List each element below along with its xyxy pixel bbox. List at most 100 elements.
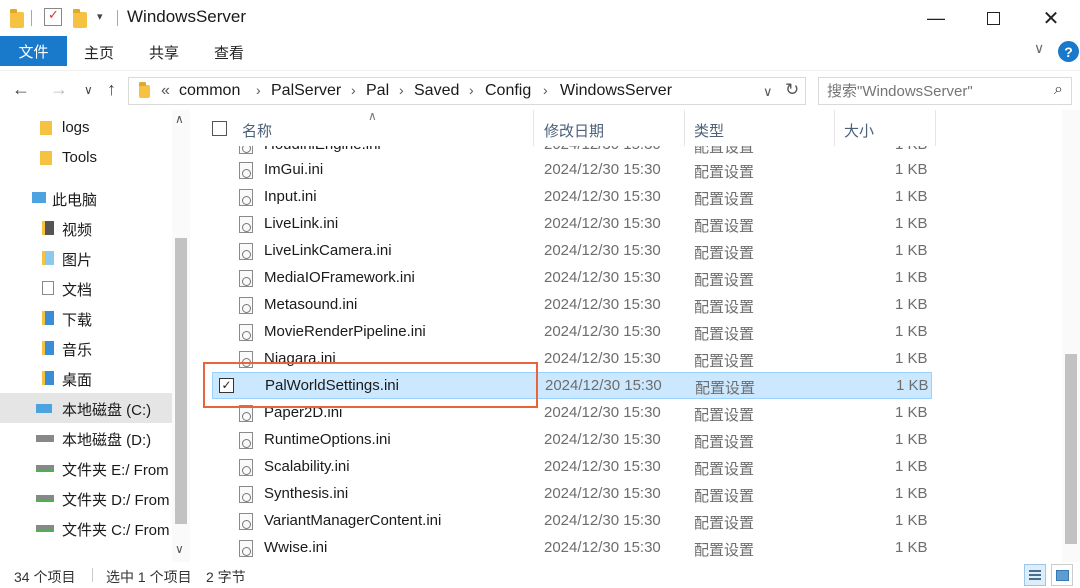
refresh-icon[interactable]: ↻ <box>785 80 799 100</box>
file-type: 配置设置 <box>694 245 755 262</box>
nav-item-drive-d[interactable]: 本地磁盘 (D:) <box>0 423 172 453</box>
breadcrumb-separator-icon[interactable]: › <box>351 82 356 98</box>
nav-item-downloads[interactable]: 下载 <box>0 303 172 333</box>
breadcrumb-windowsserver[interactable]: WindowsServer <box>560 82 672 100</box>
customize-toolbar-icon[interactable]: ▾ <box>97 10 103 23</box>
file-type: 配置设置 <box>694 353 755 370</box>
nav-item-label: 本地磁盘 (C:) <box>62 402 152 419</box>
address-dropdown-icon[interactable]: ∨ <box>763 84 773 100</box>
new-folder-icon[interactable] <box>73 9 87 28</box>
help-icon[interactable]: ? <box>1058 41 1079 62</box>
folder-icon <box>10 9 24 28</box>
divider <box>92 568 93 582</box>
scroll-down-icon[interactable]: ∨ <box>175 542 184 556</box>
column-header-size[interactable]: 大小 <box>844 120 874 141</box>
nav-item-folder-c[interactable]: 文件夹 C:/ From <box>0 513 172 543</box>
search-input[interactable] <box>827 81 1047 101</box>
file-row[interactable]: Input.ini 2024/12/30 15:30 配置设置 1 KB <box>212 184 932 211</box>
file-date: 2024/12/30 15:30 <box>544 161 661 178</box>
breadcrumb-pal[interactable]: Pal <box>366 82 389 100</box>
file-name: Scalability.ini <box>264 458 350 475</box>
nav-item-tools[interactable]: Tools <box>0 143 172 173</box>
minimize-button[interactable]: — <box>905 0 967 36</box>
file-size: 1 KB <box>895 242 928 259</box>
file-row[interactable]: MediaIOFramework.ini 2024/12/30 15:30 配置… <box>212 265 932 292</box>
breadcrumb-separator-icon[interactable]: › <box>543 82 548 98</box>
large-icons-view-icon[interactable] <box>1051 564 1073 586</box>
breadcrumb-saved[interactable]: Saved <box>414 82 459 100</box>
column-divider[interactable] <box>834 110 835 146</box>
file-name: RuntimeOptions.ini <box>264 431 391 448</box>
selection-size: 2 字节 <box>206 569 246 585</box>
file-size: 1 KB <box>896 377 929 394</box>
file-list: ∧ 名称 修改日期 类型 大小 HoudiniEngine.ini 2024/1… <box>190 110 1062 562</box>
file-type: 配置设置 <box>694 326 755 343</box>
tab-share[interactable]: 共享 <box>149 42 179 63</box>
select-all-checkbox[interactable] <box>212 121 227 136</box>
nav-item-desktop[interactable]: 桌面 <box>0 363 172 393</box>
back-arrow-icon[interactable]: ← <box>12 79 30 100</box>
column-header-type[interactable]: 类型 <box>694 120 724 141</box>
chevron-down-icon[interactable]: ∨ <box>1034 40 1044 57</box>
file-name: LiveLink.ini <box>264 215 339 232</box>
nav-item-documents[interactable]: 文档 <box>0 273 172 303</box>
column-divider[interactable] <box>684 110 685 146</box>
nav-item-label: 文档 <box>62 282 93 299</box>
file-row[interactable]: LiveLink.ini 2024/12/30 15:30 配置设置 1 KB <box>212 211 932 238</box>
breadcrumb-common[interactable]: common <box>179 82 240 100</box>
nav-item-music[interactable]: 音乐 <box>0 333 172 363</box>
recent-locations-icon[interactable]: ∨ <box>84 83 93 97</box>
search-box[interactable]: ⌕ <box>818 77 1072 105</box>
config-file-icon <box>239 162 253 179</box>
nav-item-folder-e[interactable]: 文件夹 E:/ From <box>0 453 172 483</box>
breadcrumb-overflow[interactable]: « <box>161 82 170 100</box>
tab-file[interactable]: 文件 <box>0 36 67 66</box>
nav-item-logs[interactable]: logs <box>0 113 172 143</box>
breadcrumb-separator-icon[interactable]: › <box>256 82 261 98</box>
breadcrumb-separator-icon[interactable]: › <box>399 82 404 98</box>
scroll-up-icon[interactable]: ∧ <box>175 112 184 126</box>
nav-item-folder-d[interactable]: 文件夹 D:/ From <box>0 483 172 513</box>
list-scroll-thumb[interactable] <box>1065 354 1077 544</box>
nav-item-label: logs <box>62 119 90 136</box>
column-divider[interactable] <box>533 110 534 146</box>
nav-item-videos[interactable]: 视频 <box>0 213 172 243</box>
forward-arrow-icon[interactable]: → <box>50 79 68 100</box>
file-row[interactable]: Wwise.ini 2024/12/30 15:30 配置设置 1 KB <box>212 535 932 562</box>
nav-item-this-pc[interactable]: 此电脑 <box>0 183 172 213</box>
breadcrumb-separator-icon[interactable]: › <box>469 82 474 98</box>
file-date: 2024/12/30 15:30 <box>544 350 661 367</box>
search-icon[interactable]: ⌕ <box>1054 81 1063 99</box>
breadcrumb-palserver[interactable]: PalServer <box>271 82 341 100</box>
nav-item-pictures[interactable]: 图片 <box>0 243 172 273</box>
nav-scrollbar[interactable]: ∧ ∨ <box>172 110 190 562</box>
file-row[interactable]: VariantManagerContent.ini 2024/12/30 15:… <box>212 508 932 535</box>
column-divider[interactable] <box>935 110 936 146</box>
breadcrumb-config[interactable]: Config <box>485 82 531 100</box>
file-row[interactable]: Metasound.ini 2024/12/30 15:30 配置设置 1 KB <box>212 292 932 319</box>
column-header-name[interactable]: 名称 <box>242 120 272 141</box>
properties-icon[interactable]: ✓ <box>44 7 62 26</box>
selection-count: 选中 1 个项目 <box>106 569 192 585</box>
up-arrow-icon[interactable]: ↑ <box>107 79 116 100</box>
file-date: 2024/12/30 15:30 <box>544 296 661 313</box>
file-row[interactable]: Scalability.ini 2024/12/30 15:30 配置设置 1 … <box>212 454 932 481</box>
file-row[interactable]: ImGui.ini 2024/12/30 15:30 配置设置 1 KB <box>212 157 932 184</box>
file-name: ImGui.ini <box>264 161 324 178</box>
tab-home[interactable]: 主页 <box>84 42 114 63</box>
address-bar[interactable]: « common › PalServer › Pal › Saved › Con… <box>128 77 806 105</box>
nav-scroll-thumb[interactable] <box>175 238 187 524</box>
details-view-icon[interactable] <box>1024 564 1046 586</box>
nav-item-drive-c[interactable]: 本地磁盘 (C:) <box>0 393 172 423</box>
tab-view[interactable]: 查看 <box>214 42 244 63</box>
maximize-button[interactable] <box>962 0 1024 36</box>
file-type: 配置设置 <box>694 434 755 451</box>
close-button[interactable]: ✕ <box>1020 0 1080 36</box>
file-date: 2024/12/30 15:30 <box>544 512 661 529</box>
file-row[interactable]: Synthesis.ini 2024/12/30 15:30 配置设置 1 KB <box>212 481 932 508</box>
list-scrollbar[interactable] <box>1062 110 1080 562</box>
file-row[interactable]: LiveLinkCamera.ini 2024/12/30 15:30 配置设置… <box>212 238 932 265</box>
file-row[interactable]: MovieRenderPipeline.ini 2024/12/30 15:30… <box>212 319 932 346</box>
file-row[interactable]: RuntimeOptions.ini 2024/12/30 15:30 配置设置… <box>212 427 932 454</box>
column-header-date[interactable]: 修改日期 <box>544 120 604 141</box>
